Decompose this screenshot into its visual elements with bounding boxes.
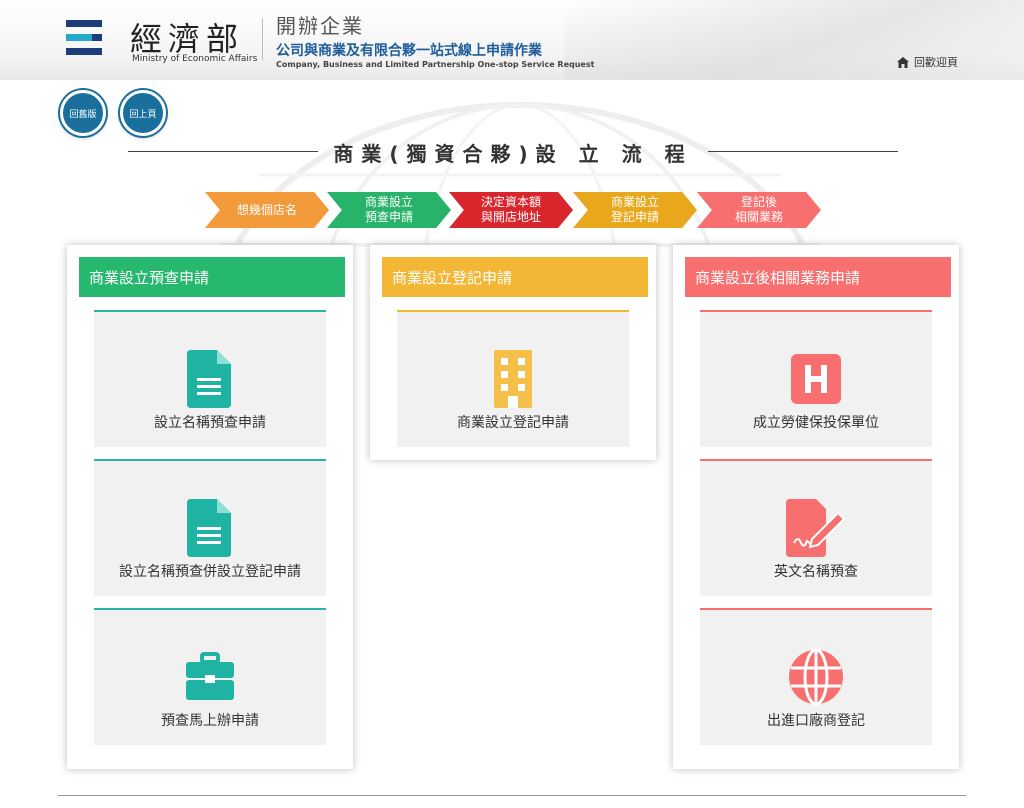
header-divider xyxy=(262,18,263,60)
tile-label: 預查馬上辦申請 xyxy=(161,713,259,729)
signature-icon xyxy=(786,499,846,557)
step-prereview[interactable]: 商業設立 預查申請 xyxy=(327,192,451,228)
document-icon xyxy=(187,499,231,557)
tile-label: 英文名稱預查 xyxy=(774,564,858,580)
tile-label: 設立名稱預查併設立登記申請 xyxy=(119,564,301,580)
document-icon xyxy=(187,350,231,408)
step-think-names[interactable]: 想幾個店名 xyxy=(205,192,329,228)
tile-label: 商業設立登記申請 xyxy=(457,415,569,431)
site-subtitle-en: Company, Business and Limited Partnershi… xyxy=(276,60,595,69)
page-title: 商業(獨資合夥)設 立 流 程 xyxy=(333,142,693,166)
tile-name-prereview[interactable]: 設立名稱預查申請 xyxy=(94,310,326,447)
tile-label: 出進口廠商登記 xyxy=(767,713,865,729)
card-prereview: 商業設立預查申請 設立名稱預查申請 設立名稱預查併設立登記申請 預查馬上辦申請 xyxy=(67,245,353,769)
step-label: 決定資本額 與開店地址 xyxy=(480,195,541,224)
home-icon xyxy=(897,56,909,68)
site-subtitle: 公司與商業及有限合夥一站式線上申請作業 xyxy=(276,43,542,59)
site-title: 開辦企業 xyxy=(276,14,364,38)
briefcase-icon xyxy=(186,652,234,700)
home-link[interactable]: 回歡迎頁 xyxy=(897,54,958,70)
tile-english-name-prereview[interactable]: 英文名稱預查 xyxy=(700,459,932,596)
card-registration: 商業設立登記申請 商業設立登記申請 xyxy=(370,245,656,460)
site-header: 經濟部 Ministry of Economic Affairs 開辦企業 公司… xyxy=(0,0,1024,80)
step-label: 商業設立 登記申請 xyxy=(610,195,659,224)
tile-label: 設立名稱預查申請 xyxy=(154,415,266,431)
tile-instant-prereview[interactable]: 預查馬上辦申請 xyxy=(94,608,326,745)
step-registration[interactable]: 商業設立 登記申請 xyxy=(573,192,697,228)
card-prereview-title: 商業設立預查申請 xyxy=(79,257,345,297)
old-version-button[interactable]: 回舊版 xyxy=(60,90,106,136)
building-icon xyxy=(494,350,532,408)
step-label: 登記後 相關業務 xyxy=(734,195,783,224)
ministry-logo-icon[interactable] xyxy=(66,20,102,56)
card-registration-title: 商業設立登記申請 xyxy=(382,257,648,297)
flow-title-bar: 商業(獨資合夥)設 立 流 程 xyxy=(128,138,898,166)
tile-business-registration[interactable]: 商業設立登記申請 xyxy=(397,310,629,447)
step-capital-address[interactable]: 決定資本額 與開店地址 xyxy=(449,192,573,228)
card-related-services: 商業設立後相關業務申請 成立勞健保投保單位 英文名稱預查 出進口廠商登記 xyxy=(673,245,959,769)
ministry-name-en: Ministry of Economic Affairs xyxy=(132,54,258,64)
step-label: 商業設立 預查申請 xyxy=(364,195,413,224)
step-after-registration[interactable]: 登記後 相關業務 xyxy=(697,192,821,228)
card-related-title: 商業設立後相關業務申請 xyxy=(685,257,951,297)
tile-import-export-registration[interactable]: 出進口廠商登記 xyxy=(700,608,932,745)
footer-divider xyxy=(58,795,966,796)
tile-label: 成立勞健保投保單位 xyxy=(753,415,879,431)
tile-labor-health-insurance[interactable]: 成立勞健保投保單位 xyxy=(700,310,932,447)
step-label: 想幾個店名 xyxy=(236,202,297,217)
home-link-label: 回歡迎頁 xyxy=(914,56,958,69)
globe-icon xyxy=(789,648,843,706)
back-button[interactable]: 回上頁 xyxy=(120,90,166,136)
tile-name-prereview-with-registration[interactable]: 設立名稱預查併設立登記申請 xyxy=(94,459,326,596)
hospital-icon xyxy=(791,354,841,404)
